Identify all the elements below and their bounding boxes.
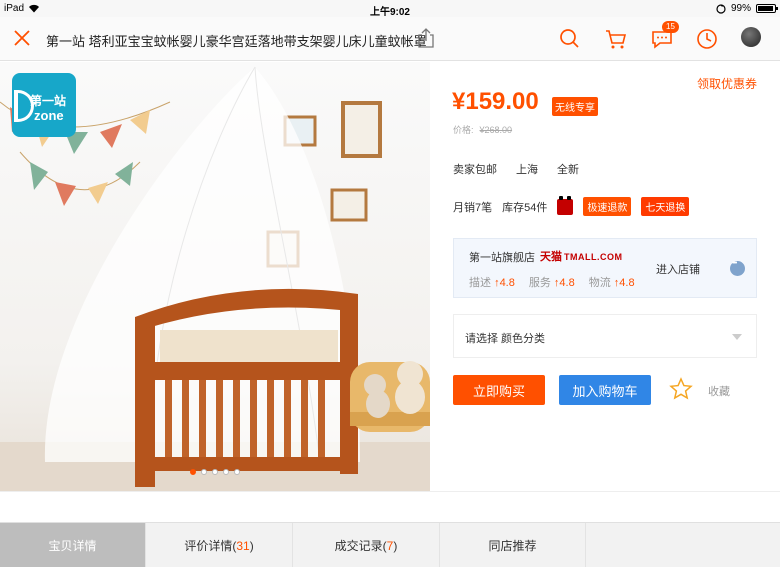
score-service: 服务 ↑4.8 [528, 277, 575, 289]
sku-select[interactable]: 请选择 颜色分类 [453, 314, 757, 358]
tab-transactions-label: 成交记录 [334, 539, 383, 553]
carousel-dot[interactable] [223, 469, 229, 475]
tab-shop-recommend-label: 同店推荐 [488, 539, 537, 553]
location-info: 上海 [516, 164, 538, 176]
original-price-label: 价格: [453, 125, 474, 135]
logo-text-top: 第一站 [30, 94, 67, 108]
tab-reviews[interactable]: 评价详情(31) [146, 523, 293, 568]
sales-info: 月销7笔 库存54件 极速退款 七天退换 [453, 195, 690, 216]
sku-select-label: 请选择 颜色分类 [465, 333, 546, 345]
carousel-dot[interactable] [212, 469, 218, 475]
tab-transactions-count: 7 [386, 538, 394, 553]
tab-details-label: 宝贝详情 [48, 539, 97, 553]
details-content [0, 567, 780, 585]
shipping-info: 卖家包邮 [453, 164, 497, 176]
close-icon[interactable] [12, 28, 32, 48]
enter-shop-link[interactable]: 进入店铺 [656, 261, 700, 277]
product-image[interactable]: 第一站 zone [0, 62, 430, 491]
score-logistics-value: 4.8 [619, 277, 635, 289]
divider [0, 491, 780, 522]
buy-now-button[interactable]: 立即购买 [453, 375, 545, 405]
orientation-lock-icon [716, 3, 726, 14]
carousel-dot[interactable] [201, 469, 207, 475]
price-tag: 无线专享 [552, 97, 598, 116]
shop-scores: 描述 ↑4.8 服务 ↑4.8 物流 ↑4.8 [469, 274, 635, 290]
brand-logo: 第一站 zone [12, 73, 76, 137]
logo-text-bottom: zone [34, 108, 64, 123]
coupon-link[interactable]: 领取优惠券 [697, 75, 757, 92]
tab-details[interactable]: 宝贝详情 [0, 523, 146, 568]
share-icon[interactable] [416, 27, 436, 49]
score-logistics-label: 物流 [588, 277, 611, 289]
monthly-sales: 月销7笔 [453, 201, 493, 214]
tmall-cat-icon [557, 195, 574, 215]
condition-info: 全新 [557, 164, 579, 176]
cart-icon[interactable] [604, 27, 628, 51]
promise-tag-refund: 极速退款 [583, 197, 632, 216]
tmall-logo: 天猫 TMALL.COM [540, 248, 623, 264]
delivery-info: 卖家包邮 上海 全新 [453, 161, 579, 177]
original-price-value: ¥268.00 [479, 125, 513, 135]
page-title: 第一站 塔利亚宝宝蚊帐婴儿豪华宫廷落地带支架婴儿床儿童蚊帐罩 [46, 34, 427, 49]
score-service-label: 服务 [528, 277, 551, 289]
battery-icon [756, 4, 778, 13]
tmall-logo-cn: 天猫 [540, 251, 562, 263]
score-description-label: 描述 [469, 277, 491, 289]
promise-tag-return: 七天退换 [641, 197, 690, 216]
tab-reviews-count: 31 [236, 538, 250, 553]
search-icon[interactable] [558, 27, 582, 51]
tmall-logo-en: TMALL.COM [564, 252, 623, 262]
battery-percent: 99% [730, 3, 751, 14]
carousel-dot[interactable] [234, 469, 240, 475]
favorite-label[interactable]: 收藏 [708, 383, 730, 399]
nav-bar: 第一站 塔利亚宝宝蚊帐婴儿豪华宫廷落地带支架婴儿床儿童蚊帐罩 15 [0, 17, 780, 61]
score-service-value: 4.8 [559, 277, 575, 289]
star-icon[interactable] [669, 377, 693, 401]
product-price: ¥159.00 [452, 88, 539, 115]
more-icon[interactable] [730, 260, 745, 276]
status-right: 99% [716, 3, 778, 14]
avatar[interactable] [741, 27, 761, 47]
add-to-cart-button[interactable]: 加入购物车 [559, 375, 651, 405]
status-time: 上午9:02 [369, 7, 410, 18]
tab-shop-recommend[interactable]: 同店推荐 [440, 523, 586, 568]
history-icon[interactable] [695, 27, 719, 51]
score-description: 描述 ↑4.8 [469, 277, 515, 289]
message-badge: 15 [662, 21, 679, 33]
score-logistics: 物流 ↑4.8 [588, 277, 635, 289]
chevron-down-icon [732, 334, 742, 340]
score-description-value: 4.8 [499, 277, 515, 289]
shop-name: 第一站旗舰店 [469, 252, 535, 264]
detail-tabs: 宝贝详情 评价详情(31) 成交记录(7) 同店推荐 [0, 522, 780, 568]
carousel-dot[interactable] [190, 469, 196, 475]
tab-reviews-label: 评价详情 [184, 539, 233, 553]
stock-count: 库存54件 [502, 201, 548, 214]
tab-transactions[interactable]: 成交记录(7) [293, 523, 440, 568]
original-price: 价格: ¥268.00 [453, 123, 512, 136]
carousel-dots[interactable] [190, 469, 240, 475]
status-bar: iPad 上午9:02 99% [0, 0, 780, 18]
shop-card[interactable]: 第一站旗舰店 天猫 TMALL.COM 描述 ↑4.8 服务 ↑4.8 物流 ↑4… [453, 238, 757, 298]
